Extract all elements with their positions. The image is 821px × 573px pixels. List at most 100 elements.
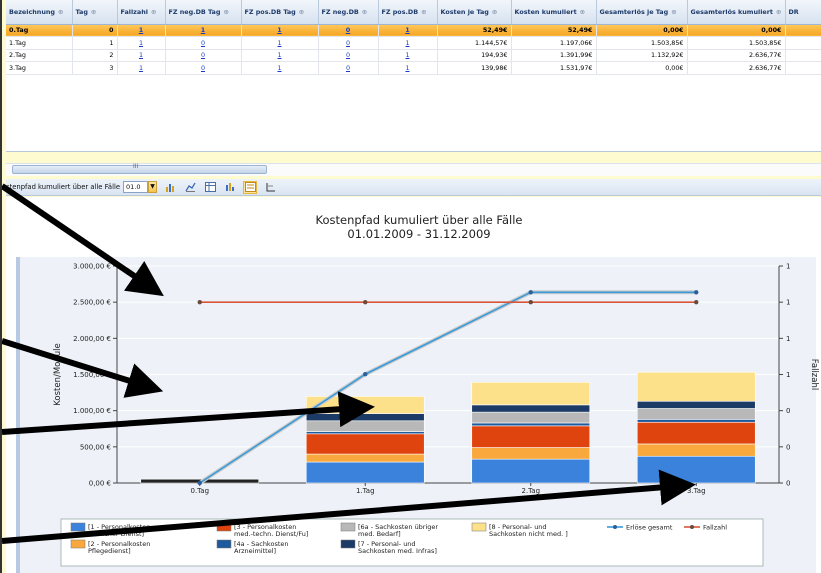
chart-toolbar: stenpfad kumuliert über alle Fälle 01.0 … [6,179,821,196]
chart-selector-label: stenpfad kumuliert über alle Fälle [6,183,121,191]
filter-icon[interactable]: ⊕ [776,8,781,16]
line-point [363,372,368,377]
filter-icon[interactable]: ⊕ [671,8,676,16]
bar-segment [636,371,756,402]
bar-chart-icon[interactable] [163,181,177,194]
export-icon[interactable] [223,181,237,194]
table-cell-link[interactable]: 1 [241,36,319,50]
table-cell-link[interactable]: 0 [318,24,379,37]
column-header-label: FZ neg.DB Tag [168,7,221,16]
column-header-label: Kosten je Tag [440,7,489,16]
zoom-dropdown-button[interactable]: ▼ [148,181,158,193]
column-header[interactable]: Fallzahl ⊕ [117,0,166,25]
bar-segment [636,400,756,409]
line-series-shadow [198,290,697,485]
table-cell-link[interactable]: 1 [241,24,319,37]
table-cell-link[interactable]: 0 [165,49,242,62]
table-cell-link[interactable]: 1 [117,24,166,37]
bar-segment [305,413,425,422]
column-header-label: Fallzahl [120,7,148,16]
bar-segment [471,425,591,448]
cost-table: Bezeichnung ⊕ Tag ⊕ Fallzahl ⊕ FZ neg.DB Tag ⊕ F… [6,0,821,75]
column-header-label: Bezeichnung [9,7,56,16]
column-header[interactable]: Gesamterlös je Tag ⊕ [596,0,688,25]
table-cell [785,24,821,37]
table-icon[interactable] [203,181,217,194]
y-tick-label: 1.500,00 € [73,371,111,379]
table-cell-link[interactable]: 0 [318,49,379,62]
table-cell-link[interactable]: 1 [378,36,438,50]
filter-icon[interactable]: ⊕ [421,8,426,16]
horizontal-scrollbar-thumb[interactable]: III [12,163,267,174]
column-header-label: Tag [75,7,88,16]
table-cell: 1.531,97€ [511,61,597,75]
column-header[interactable]: FZ neg.DB Tag ⊕ [165,0,242,25]
table-cell-link[interactable]: 1 [117,36,166,50]
table-cell-link[interactable]: 1 [378,61,438,75]
table-cell [785,36,821,50]
filter-icon[interactable]: ⊕ [580,8,585,16]
filter-icon[interactable]: ⊕ [362,8,367,16]
column-header[interactable]: Tag ⊕ [72,0,118,25]
column-header[interactable]: FZ pos.DB Tag ⊕ [241,0,319,25]
cost-path-chart: Kostenpfad kumuliert über alle Fälle01.0… [53,213,819,567]
filter-icon[interactable]: ⊕ [58,8,63,16]
legend-label: med. Bedarf] [358,530,401,538]
table-cell: 1.391,99€ [511,49,597,62]
axis-icon[interactable] [263,181,277,194]
bar-segment [471,447,591,460]
legend-swatch [70,539,86,549]
filter-icon[interactable]: ⊕ [299,8,304,16]
table-cell-link[interactable]: 1 [117,61,166,75]
legend-toggle-icon[interactable] [243,180,258,194]
bar-segment [305,453,425,463]
filter-icon[interactable]: ⊕ [492,8,497,16]
table-cell-link[interactable]: 1 [117,49,166,62]
table-row[interactable]: 1.Tag 1 1 0 1 0 1 1.144,57€ 1.197,06€ 1.503,85€ 1.… [6,36,821,50]
column-header[interactable]: Bezeichnung ⊕ [6,0,73,25]
legend-swatch [70,522,86,532]
table-cell-link[interactable]: 1 [378,49,438,62]
y-tick-label: 500,00 € [80,443,111,451]
zoom-input[interactable]: 01.0 [123,181,149,193]
table-cell-link[interactable]: 0 [318,61,379,75]
table-cell-link[interactable]: 1 [241,61,319,75]
legend-swatch [216,522,232,532]
column-header[interactable]: DR [785,0,821,25]
column-header[interactable]: Kosten kumuliert ⊕ [511,0,597,25]
y-tick-label: 0,00 € [89,480,111,488]
bar-segment [471,422,591,427]
table-cell-link[interactable]: 1 [165,24,242,37]
filter-icon[interactable]: ⊕ [91,8,96,16]
y2-tick-label: 0 [786,480,790,488]
filter-icon[interactable]: ⊕ [151,8,156,16]
table-cell: 3.Tag [6,61,73,75]
column-header-label: FZ pos.DB Tag [244,7,296,16]
table-row[interactable]: 0.Tag 0 1 1 1 0 1 52,49€ 52,49€ 0,00€ 0,00€ [6,24,821,37]
table-cell: 1.Tag [6,36,73,50]
table-row[interactable]: 3.Tag 3 1 0 1 0 1 139,98€ 1.531,97€ 0,00€ 2.636,77… [6,61,821,75]
bar-segment [636,408,756,420]
line-point [363,299,368,305]
legend-line-marker [613,525,617,529]
table-cell-link[interactable]: 0 [318,36,379,50]
filter-icon[interactable]: ⊕ [223,8,228,16]
column-header[interactable]: Kosten je Tag ⊕ [437,0,512,25]
column-header[interactable]: FZ neg.DB ⊕ [318,0,379,25]
table-cell-link[interactable]: 1 [241,49,319,62]
table-cell: 0 [72,24,118,37]
bar-segment [471,411,591,424]
table-cell [785,61,821,75]
column-header[interactable]: Gesamterlös kumuliert ⊕ [687,0,786,25]
legend-swatch [340,522,356,532]
table-cell-link[interactable]: 0 [165,36,242,50]
table-row[interactable]: 2.Tag 2 1 0 1 0 1 194,93€ 1.391,99€ 1.132,92€ 2.63… [6,49,821,62]
table-cell-link[interactable]: 0 [165,61,242,75]
line-chart-icon[interactable] [183,181,197,194]
table-cell-link[interactable]: 1 [378,24,438,37]
table-cell: 52,49€ [511,24,597,37]
chart-panel: Kostenpfad kumuliert über alle Fälle 01.0… [6,197,821,573]
legend-label: Arzneimittel] [234,547,276,555]
column-header[interactable]: FZ pos.DB ⊕ [378,0,438,25]
legend-label: Sachkosten nicht med. ] [489,530,568,538]
